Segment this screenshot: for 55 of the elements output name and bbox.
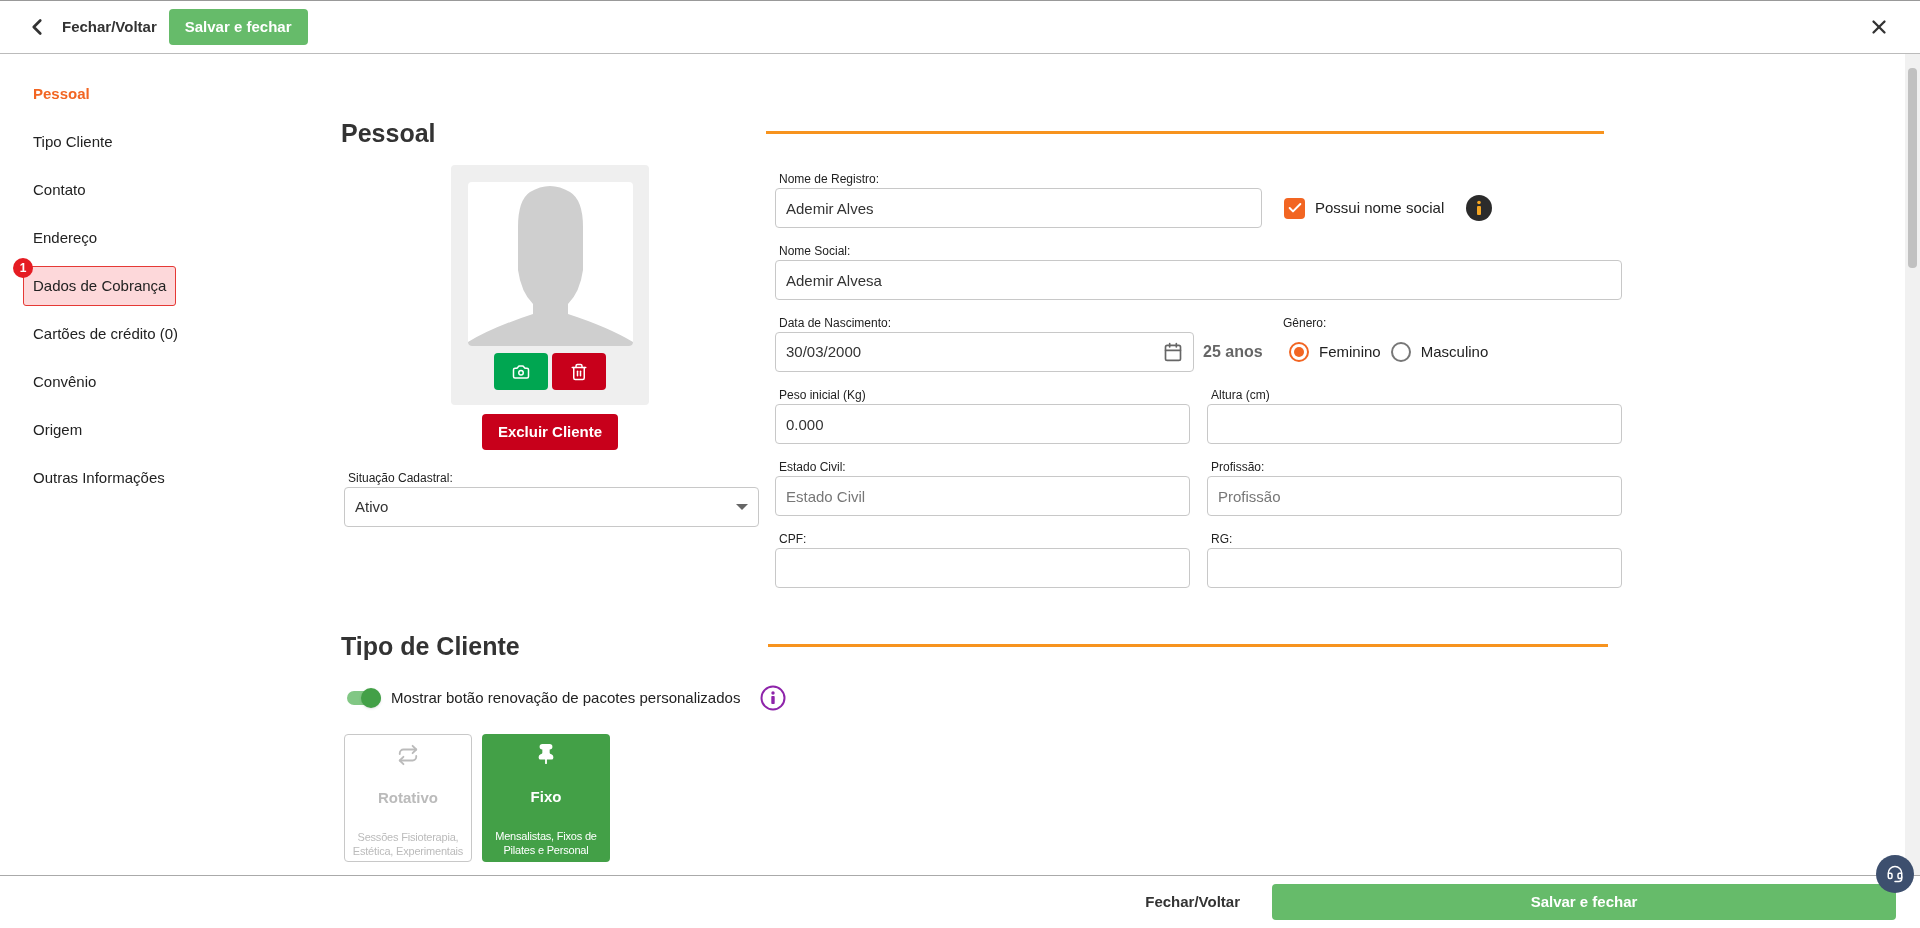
sidebar-item[interactable]: Cartões de crédito (0) [23,314,189,354]
field-label: RG: [1210,531,1234,548]
input-field[interactable]: Ademir Alvesa [775,260,1622,300]
field-label: Profissão: [1210,459,1266,476]
status-select[interactable]: Ativo [344,487,759,527]
input-field[interactable]: 0.000 [775,404,1190,444]
field-label: Peso inicial (Kg) [778,387,867,404]
age-text: 25 anos [1203,342,1264,362]
input-field[interactable] [1207,404,1622,444]
checkbox-label: Possui nome social [1315,197,1445,218]
error-badge: 1 [13,258,33,278]
date-field[interactable]: 30/03/2000 [775,332,1194,372]
radio-option[interactable]: Feminino [1289,340,1381,364]
section-title: Tipo de Cliente [341,631,521,662]
sidebar-item[interactable]: Origem [23,410,93,450]
field-label: Altura (cm) [1210,387,1271,404]
headset-icon [1886,865,1904,883]
support-chat-button[interactable] [1876,855,1914,893]
sidebar-item[interactable]: Outras Informações [23,458,175,498]
input-field[interactable]: Ademir Alves [775,188,1262,228]
back-button[interactable]: Fechar/Voltar [1145,890,1240,914]
info-icon[interactable] [1466,195,1493,221]
toggle-switch[interactable] [347,691,381,705]
radio-button[interactable] [1390,342,1411,362]
sidebar-item[interactable]: Tipo Cliente [23,122,123,162]
repeat-icon [397,744,419,766]
delete-client-button[interactable]: Excluir Cliente [481,414,619,450]
back-button[interactable]: Fechar/Voltar [24,14,157,40]
field-label: Gênero: [1283,315,1328,332]
delete-photo-button[interactable] [552,353,606,390]
input-field[interactable]: Estado Civil [775,476,1190,516]
trash-icon [570,362,588,381]
field-label: Situação Cadastral: [347,470,454,487]
caret-icon [736,504,748,510]
radio-option[interactable]: Masculino [1390,340,1489,364]
field-label: Nome de Registro: [778,171,881,188]
section-title: Pessoal [341,118,437,149]
input-field[interactable] [775,548,1190,588]
sidebar-item[interactable]: Convênio [23,362,107,402]
input-field[interactable] [1207,548,1622,588]
calendar-icon [1163,342,1183,362]
sidebar-item[interactable]: Endereço [23,218,108,258]
camera-button[interactable] [494,353,548,390]
radio-button[interactable] [1289,342,1309,362]
field-label: Estado Civil: [778,459,847,476]
checkbox[interactable] [1284,197,1305,219]
input-field[interactable]: Profissão [1207,476,1622,516]
sidebar-item[interactable]: Contato [23,170,96,210]
scrollbar[interactable] [1905,54,1920,875]
camera-icon [512,362,530,381]
field-label: Data de Nascimento: [778,315,893,332]
field-label: CPF: [778,531,808,548]
info-icon[interactable] [760,685,787,711]
field-label: Nome Social: [778,243,852,260]
toggle-label: Mostrar botão renovação de pacotes personalizados [391,687,741,708]
